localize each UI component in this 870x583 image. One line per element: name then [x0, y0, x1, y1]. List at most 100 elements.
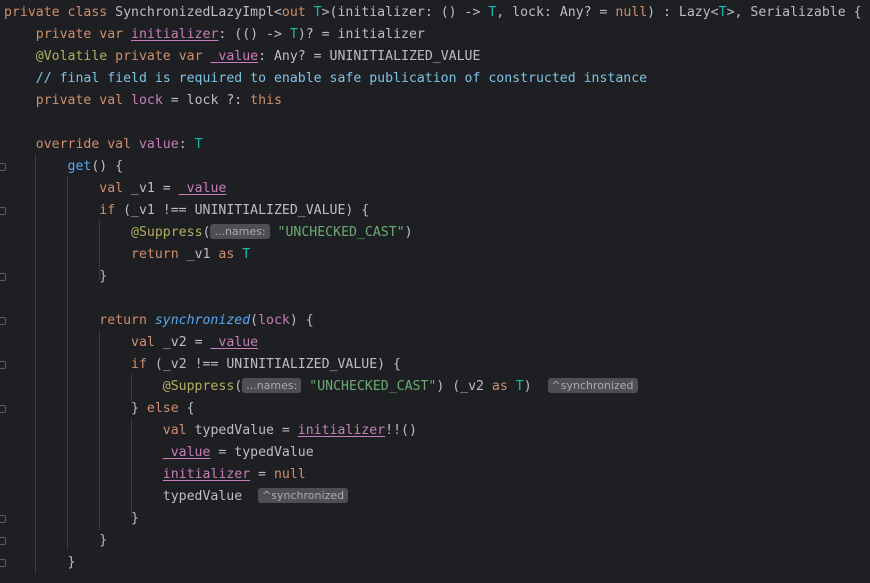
code-line[interactable]: typedValue ^synchronized: [4, 486, 349, 508]
code-token: (_v1 !== UNINITIALIZED_VALUE) {: [123, 203, 370, 218]
code-line[interactable]: val _v2 = _value: [4, 332, 258, 354]
inlay-hint: ^synchronized: [258, 488, 349, 503]
code-token: (: [250, 313, 259, 328]
code-token: out: [281, 5, 314, 20]
code-token: ) (_v2: [436, 379, 492, 394]
code-token: if: [99, 203, 124, 218]
code-line[interactable]: @Suppress(...names: "UNCHECKED_CAST"): [4, 222, 413, 244]
code-token: _value: [210, 335, 259, 350]
code-token: }: [4, 401, 147, 416]
code-token: , lock: Any? =: [496, 5, 616, 20]
code-line[interactable]: }: [4, 530, 107, 552]
code-line[interactable]: }: [4, 508, 139, 530]
code-line[interactable]: initializer = null: [4, 464, 306, 486]
code-line[interactable]: @Volatile private var _value: Any? = UNI…: [4, 46, 481, 68]
code-line[interactable]: }: [4, 266, 107, 288]
code-token: }: [4, 533, 108, 548]
indent-guide: [131, 418, 132, 518]
code-token: _value: [210, 49, 259, 64]
code-line[interactable]: _value = typedValue: [4, 442, 314, 464]
code-token: }: [4, 511, 139, 526]
code-token: initializer: [131, 27, 219, 42]
code-line[interactable]: private val lock = lock ?: this: [4, 90, 282, 112]
code-token: else: [146, 401, 187, 416]
code-token: () {: [91, 159, 124, 174]
code-token: @Suppress: [131, 225, 203, 240]
code-token: : (() ->: [218, 27, 290, 42]
code-line[interactable]: return synchronized(lock) {: [4, 310, 314, 332]
code-token: T: [718, 5, 727, 20]
code-token: }: [4, 269, 108, 284]
code-line[interactable]: val _v1 = _value: [4, 178, 226, 200]
code-line[interactable]: get() {: [4, 156, 124, 178]
code-line[interactable]: if (_v1 !== UNINITIALIZED_VALUE) {: [4, 200, 369, 222]
code-token: SynchronizedLazyImpl<: [115, 5, 282, 20]
code-token: T: [242, 247, 251, 262]
indent-guide: [67, 176, 68, 550]
code-token: val: [162, 423, 195, 438]
code-token: @Volatile: [35, 49, 116, 64]
code-token: !!(): [385, 423, 417, 438]
fold-marker-icon[interactable]: [0, 163, 6, 171]
code-token: @Suppress: [162, 379, 235, 394]
code-token: return: [131, 247, 187, 262]
inlay-hint: ^synchronized: [547, 378, 638, 393]
fold-marker-icon[interactable]: [0, 361, 6, 369]
code-token: (: [234, 379, 243, 394]
code-token: _v1: [186, 247, 219, 262]
code-token: return: [99, 313, 155, 328]
code-line[interactable]: override val value: T: [4, 134, 203, 156]
code-line[interactable]: // final field is required to enable saf…: [4, 68, 647, 90]
code-token: typedValue =: [194, 423, 298, 438]
code-token: = typedValue: [210, 445, 314, 460]
code-line[interactable]: private var initializer: (() -> T)? = in…: [4, 24, 425, 46]
code-token: >, Serializable {: [726, 5, 862, 20]
fold-marker-icon[interactable]: [0, 405, 6, 413]
code-token: ) {: [289, 313, 314, 328]
fold-marker-icon[interactable]: [0, 537, 6, 545]
fold-marker-icon[interactable]: [0, 273, 6, 281]
indent-guide: [131, 374, 132, 404]
fold-marker-icon[interactable]: [0, 317, 6, 325]
code-token: =: [250, 467, 274, 482]
code-token: val: [99, 181, 132, 196]
code-token: value: [138, 137, 179, 152]
code-token: )? = initializer: [297, 27, 425, 42]
code-token: if: [131, 357, 155, 372]
code-line[interactable]: val typedValue = initializer!!(): [4, 420, 417, 442]
indent-guide: [35, 154, 36, 574]
code-line[interactable]: return _v1 as T: [4, 244, 250, 266]
code-token: null: [273, 467, 306, 482]
fold-marker-icon[interactable]: [0, 515, 6, 523]
code-token: as: [218, 247, 243, 262]
code-token: synchronized: [154, 313, 251, 328]
indent-guide: [99, 220, 100, 280]
code-token: null: [615, 5, 648, 20]
fold-marker-icon[interactable]: [0, 207, 6, 215]
code-line[interactable]: }: [4, 552, 76, 574]
code-token: = lock ?:: [162, 93, 251, 108]
inlay-hint: ...names:: [242, 378, 302, 393]
code-token: override val: [35, 137, 139, 152]
code-token: initializer: [162, 467, 251, 482]
code-token: T: [515, 379, 524, 394]
code-token: private class: [4, 5, 116, 20]
code-token: // final field is required to enable saf…: [35, 71, 648, 86]
code-line[interactable]: if (_v2 !== UNINITIALIZED_VALUE) {: [4, 354, 401, 376]
code-token: get: [67, 159, 92, 174]
inlay-hint: ...names:: [210, 224, 270, 239]
code-token: (: [202, 225, 211, 240]
code-token: T: [313, 5, 322, 20]
code-line[interactable]: private class SynchronizedLazyImpl<out T…: [4, 2, 862, 24]
code-token: {: [186, 401, 195, 416]
fold-marker-icon[interactable]: [0, 559, 6, 567]
